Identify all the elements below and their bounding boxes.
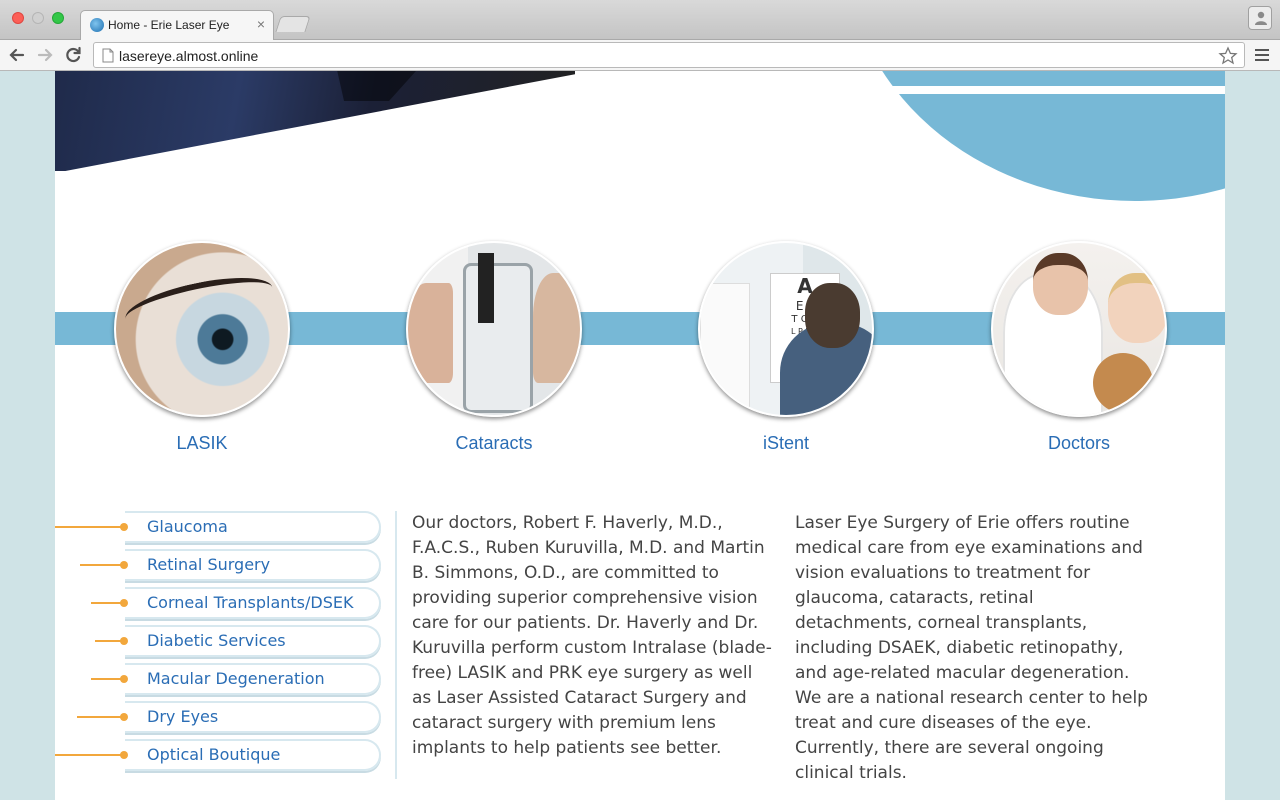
services-nav-item-retinal-surgery[interactable]: Retinal Surgery	[55, 549, 385, 587]
services-nav-label[interactable]: Dry Eyes	[147, 707, 218, 726]
hero-photo	[55, 71, 575, 171]
page-content: LASIK Cataracts A E F T O Z L P E D · · …	[55, 71, 1225, 800]
teddy-bear-icon	[1093, 353, 1153, 413]
feature-doctors[interactable]: Doctors	[979, 241, 1179, 454]
reload-icon	[66, 46, 81, 63]
bullet-dot-icon	[120, 523, 128, 531]
site-favicon-icon	[90, 18, 104, 32]
hero-stripe	[835, 86, 1225, 94]
feature-istent[interactable]: A E F T O Z L P E D · · · · · · · · · iS…	[686, 241, 886, 454]
address-bar[interactable]: lasereye.almost.online	[93, 42, 1245, 68]
services-nav-item-diabetic-services[interactable]: Diabetic Services	[55, 625, 385, 663]
feature-lasik[interactable]: LASIK	[102, 241, 302, 454]
services-nav-item-dry-eyes[interactable]: Dry Eyes	[55, 701, 385, 739]
services-nav-item-corneal-transplants[interactable]: Corneal Transplants/DSEK	[55, 587, 385, 625]
forward-arrow-icon	[37, 48, 53, 62]
services-nav-label[interactable]: Optical Boutique	[147, 745, 280, 764]
minimize-window-button[interactable]	[32, 12, 44, 24]
services-nav-item-optical-boutique[interactable]: Optical Boutique	[55, 739, 385, 777]
forward-button[interactable]	[34, 44, 56, 66]
feature-label-lasik[interactable]: LASIK	[102, 433, 302, 454]
tab-title: Home - Erie Laser Eye	[108, 18, 230, 32]
eye-chart-exam-image[interactable]: A E F T O Z L P E D · · · · · · · · ·	[698, 241, 874, 417]
services-nav-label[interactable]: Retinal Surgery	[147, 555, 270, 574]
services-nav-item-glaucoma[interactable]: Glaucoma	[55, 511, 385, 549]
doctor-with-child-image[interactable]	[991, 241, 1167, 417]
intro-paragraph-doctors: Our doctors, Robert F. Haverly, M.D., F.…	[412, 513, 772, 758]
browser-titlebar: Home - Erie Laser Eye ×	[0, 0, 1280, 40]
intro-paragraph-services: Laser Eye Surgery of Erie offers routine…	[795, 513, 1148, 783]
browser-toolbar: lasereye.almost.online	[0, 40, 1280, 71]
feature-label-istent[interactable]: iStent	[686, 433, 886, 454]
bullet-dot-icon	[120, 675, 128, 683]
profile-icon	[1255, 11, 1267, 25]
bullet-dot-icon	[120, 713, 128, 721]
bullet-dot-icon	[120, 599, 128, 607]
bullet-dot-icon	[120, 637, 128, 645]
back-arrow-icon	[9, 48, 25, 62]
bookmark-star-icon[interactable]	[1218, 46, 1238, 66]
bullet-dot-icon	[120, 751, 128, 759]
maximize-window-button[interactable]	[52, 12, 64, 24]
browser-tab-active[interactable]: Home - Erie Laser Eye ×	[80, 10, 274, 40]
browser-menu-icon[interactable]	[1255, 48, 1269, 62]
slit-lamp-exam-image[interactable]	[406, 241, 582, 417]
eye-closeup-image[interactable]	[114, 241, 290, 417]
services-nav-label[interactable]: Diabetic Services	[147, 631, 286, 650]
feature-label-doctors[interactable]: Doctors	[979, 433, 1179, 454]
services-nav-label[interactable]: Corneal Transplants/DSEK	[147, 593, 353, 612]
services-nav-label[interactable]: Glaucoma	[147, 517, 228, 536]
close-window-button[interactable]	[12, 12, 24, 24]
back-button[interactable]	[6, 44, 28, 66]
feature-label-cataracts[interactable]: Cataracts	[394, 433, 594, 454]
profile-button[interactable]	[1248, 6, 1272, 30]
feature-cataracts[interactable]: Cataracts	[394, 241, 594, 454]
page-icon	[102, 48, 114, 63]
bullet-dot-icon	[120, 561, 128, 569]
new-tab-button[interactable]	[275, 16, 311, 32]
url-text: lasereye.almost.online	[119, 48, 259, 64]
services-nav-label[interactable]: Macular Degeneration	[147, 669, 325, 688]
services-nav: Glaucoma Retinal Surgery Corneal Transpl…	[55, 511, 385, 777]
services-nav-item-macular-degeneration[interactable]: Macular Degeneration	[55, 663, 385, 701]
column-divider	[395, 511, 397, 779]
reload-button[interactable]	[62, 44, 84, 66]
tab-close-icon[interactable]: ×	[257, 16, 265, 32]
